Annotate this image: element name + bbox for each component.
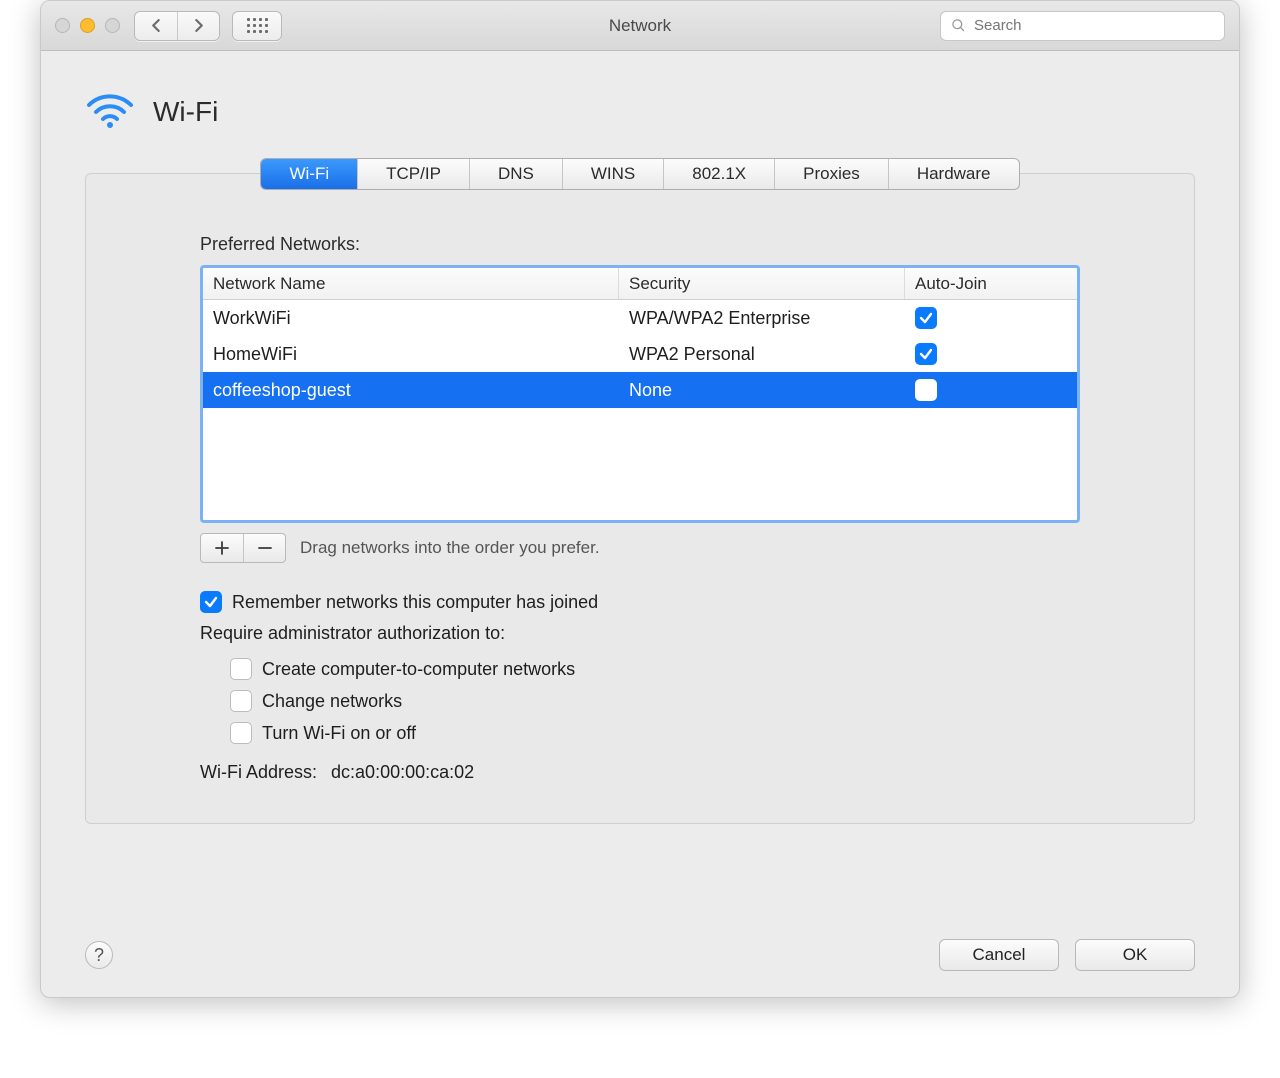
table-row[interactable]: coffeeshop-guestNone (203, 372, 1077, 408)
page-title: Wi-Fi (153, 96, 218, 128)
remember-row: Remember networks this computer has join… (200, 591, 1080, 613)
plus-icon (215, 541, 229, 555)
change-label: Change networks (262, 691, 402, 712)
tab-hardware[interactable]: Hardware (888, 159, 1019, 189)
autojoin-checkbox[interactable] (915, 379, 937, 401)
add-network-button[interactable] (201, 534, 243, 562)
remove-network-button[interactable] (243, 534, 285, 562)
cancel-button[interactable]: Cancel (939, 939, 1059, 971)
cell-security: WPA2 Personal (619, 344, 905, 365)
nav-group (134, 11, 220, 41)
close-window-button[interactable] (55, 18, 70, 33)
cell-security: None (619, 380, 905, 401)
col-security[interactable]: Security (619, 268, 905, 299)
traffic-lights (55, 18, 120, 33)
col-autojoin[interactable]: Auto-Join (905, 268, 1077, 299)
help-button[interactable]: ? (85, 941, 113, 969)
wifi-panel: Preferred Networks: Network Name Securit… (85, 173, 1195, 824)
cell-network-name: WorkWiFi (203, 308, 619, 329)
change-checkbox[interactable] (230, 690, 252, 712)
require-auth-label: Require administrator authorization to: (200, 623, 1080, 644)
toggle-checkbox[interactable] (230, 722, 252, 744)
change-row: Change networks (230, 690, 1080, 712)
autojoin-checkbox[interactable] (915, 307, 937, 329)
cell-autojoin (905, 343, 1077, 365)
search-icon (951, 18, 966, 33)
tab-wins[interactable]: WINS (562, 159, 663, 189)
table-body: WorkWiFiWPA/WPA2 EnterpriseHomeWiFiWPA2 … (203, 300, 1077, 520)
wifi-address-row: Wi-Fi Address: dc:a0:00:00:ca:02 (200, 762, 1080, 783)
tab-802-1x[interactable]: 802.1X (663, 159, 774, 189)
search-input[interactable] (974, 17, 1214, 34)
minus-icon (258, 541, 272, 555)
col-network-name[interactable]: Network Name (203, 268, 619, 299)
tab-dns[interactable]: DNS (469, 159, 562, 189)
remember-checkbox[interactable] (200, 591, 222, 613)
tab-proxies[interactable]: Proxies (774, 159, 888, 189)
tab-tcp-ip[interactable]: TCP/IP (357, 159, 469, 189)
wifi-icon (85, 89, 135, 134)
minimize-window-button[interactable] (80, 18, 95, 33)
wifi-address-label: Wi-Fi Address: (200, 762, 317, 783)
create-label: Create computer-to-computer networks (262, 659, 575, 680)
show-all-button[interactable] (232, 11, 282, 41)
remember-label: Remember networks this computer has join… (232, 592, 598, 613)
cell-network-name: coffeeshop-guest (203, 380, 619, 401)
autojoin-checkbox[interactable] (915, 343, 937, 365)
forward-button[interactable] (177, 12, 219, 40)
table-header: Network Name Security Auto-Join (203, 268, 1077, 300)
cell-autojoin (905, 307, 1077, 329)
cell-autojoin (905, 379, 1077, 401)
toggle-label: Turn Wi-Fi on or off (262, 723, 416, 744)
header-section: Wi-Fi (41, 51, 1239, 158)
cell-network-name: HomeWiFi (203, 344, 619, 365)
network-preferences-window: Network Wi-Fi Wi-FiTCP/IPDNSWINS802.1XPr… (40, 0, 1240, 998)
preferred-networks-label: Preferred Networks: (200, 234, 1080, 255)
add-remove-toolbar: Drag networks into the order you prefer. (200, 533, 1080, 563)
tab-wi-fi[interactable]: Wi-Fi (261, 159, 357, 189)
preferred-networks-table[interactable]: Network Name Security Auto-Join WorkWiFi… (200, 265, 1080, 523)
back-button[interactable] (135, 12, 177, 40)
wifi-address-value: dc:a0:00:00:ca:02 (331, 762, 474, 783)
create-checkbox[interactable] (230, 658, 252, 680)
table-row[interactable]: WorkWiFiWPA/WPA2 Enterprise (203, 300, 1077, 336)
ok-button[interactable]: OK (1075, 939, 1195, 971)
options-section: Remember networks this computer has join… (200, 591, 1080, 744)
zoom-window-button[interactable] (105, 18, 120, 33)
tabs: Wi-FiTCP/IPDNSWINS802.1XProxiesHardware (260, 158, 1019, 190)
grid-icon (247, 18, 268, 33)
toggle-row: Turn Wi-Fi on or off (230, 722, 1080, 744)
search-field[interactable] (940, 11, 1225, 41)
cell-security: WPA/WPA2 Enterprise (619, 308, 905, 329)
window-title: Network (609, 16, 671, 36)
table-row[interactable]: HomeWiFiWPA2 Personal (203, 336, 1077, 372)
drag-hint: Drag networks into the order you prefer. (300, 538, 600, 558)
create-row: Create computer-to-computer networks (230, 658, 1080, 680)
titlebar: Network (41, 1, 1239, 51)
footer: ? Cancel OK (41, 939, 1239, 971)
